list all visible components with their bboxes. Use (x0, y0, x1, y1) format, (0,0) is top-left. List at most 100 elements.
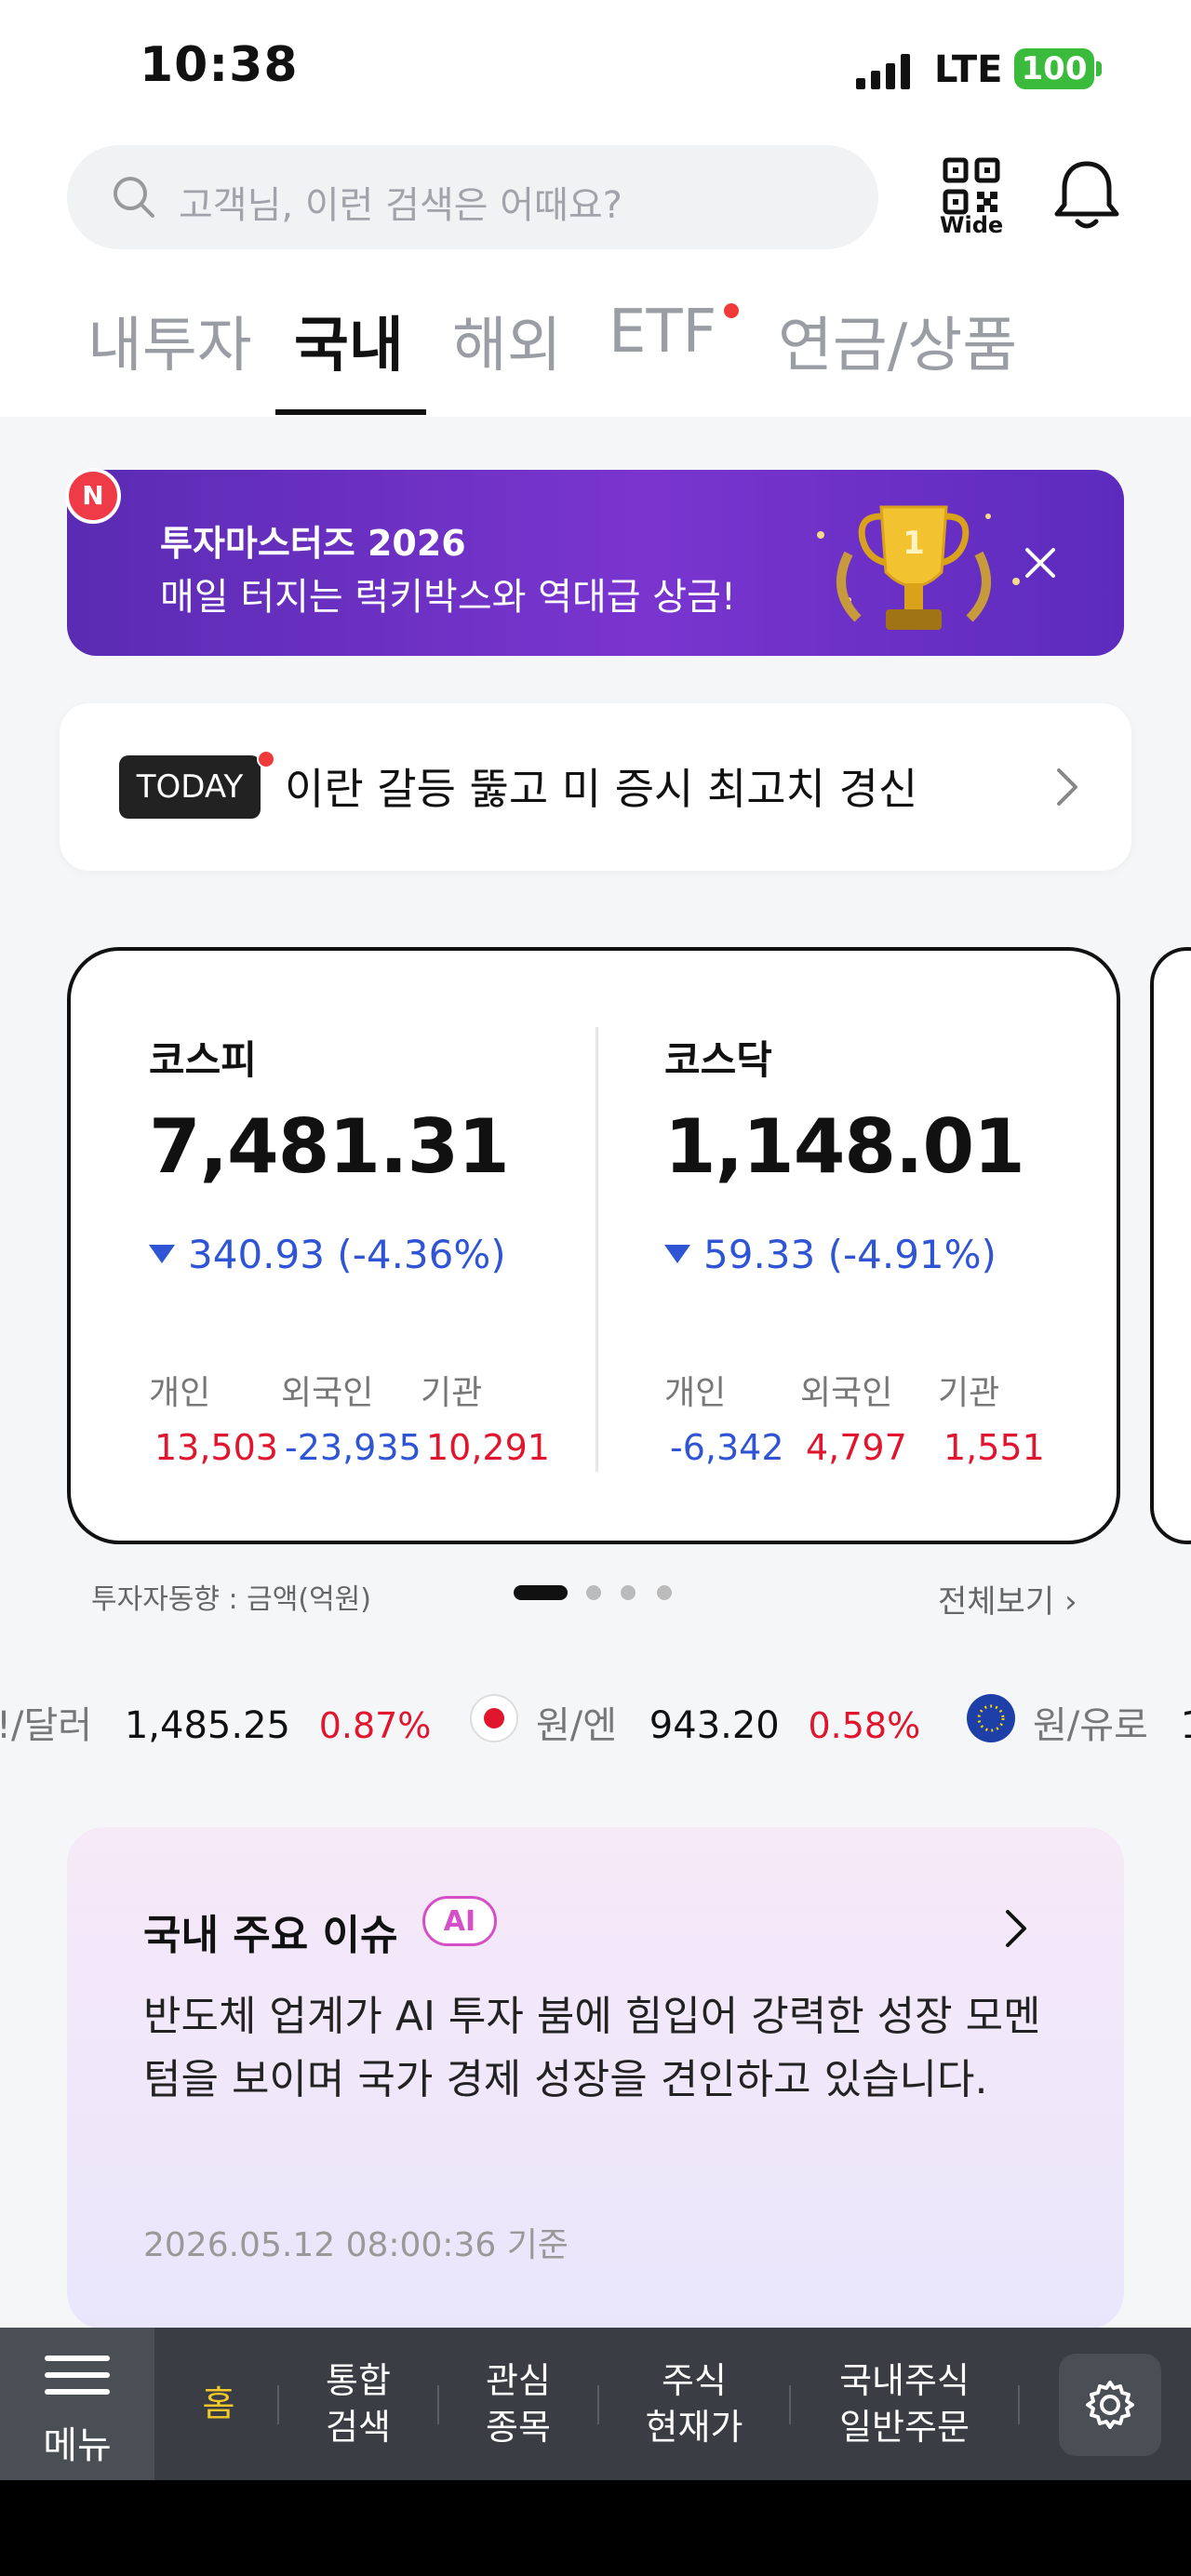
fx-usd-value: 1,485.25 (124, 1704, 290, 1747)
pager-dot[interactable] (621, 1585, 636, 1600)
svg-text:1: 1 (903, 525, 925, 562)
nav-home[interactable]: 홈 (167, 2328, 270, 2480)
fx-usd[interactable]: !/달러 1,485.25 0.87% (0, 1695, 431, 1749)
nav-label-line2: 종목 (486, 2407, 551, 2448)
down-triangle-icon (664, 1244, 690, 1263)
chevron-right-icon (1006, 1910, 1026, 1947)
new-badge: N (65, 468, 121, 524)
kosdaq-value: 1,148.01 (664, 1103, 1025, 1190)
tab-my-investment[interactable]: 내투자 (87, 298, 252, 383)
kospi-name: 코스피 (149, 1037, 257, 1083)
qr-label: Wide (940, 212, 1004, 238)
kospi-flow-foreign: -23,935 (285, 1427, 422, 1468)
kosdaq-change-text: 59.33 (-4.91%) (703, 1232, 997, 1277)
search-bar[interactable]: 고객님, 이런 검색은 어때요? (67, 145, 878, 249)
battery-icon: 100 (1014, 48, 1094, 89)
issue-title: 국내 주요 이슈 (143, 1912, 398, 1959)
tab-pension-products[interactable]: 연금/상품 (778, 298, 1017, 383)
today-headline: 이란 갈등 뚫고 미 증시 최고치 경신 (285, 764, 918, 814)
ai-badge: AI (422, 1896, 497, 1946)
settings-button[interactable] (1059, 2354, 1161, 2456)
issue-timestamp: 2026.05.12 08:00:36 기준 (143, 2226, 569, 2264)
nav-domestic-order[interactable]: 국내주식일반주문 (800, 2328, 1009, 2480)
market-index-card[interactable]: 코스피 7,481.31 340.93 (-4.36%) 개인 외국인 기관 1… (67, 947, 1120, 1544)
nav-label-line2: 일반주문 (839, 2407, 970, 2448)
promo-title: 투자마스터즈 2026 (160, 523, 466, 564)
bottom-navigation: 메뉴 홈 통합검색 관심종목 주식현재가 국내주식일반주문 (0, 2328, 1191, 2480)
search-placeholder: 고객님, 이런 검색은 어때요? (179, 184, 622, 227)
bell-icon[interactable] (1050, 156, 1124, 234)
kospi-flow-label-individual: 개인 (149, 1374, 211, 1412)
gear-icon (1086, 2381, 1134, 2429)
fx-jpy[interactable]: 원/엔 943.20 0.58% (536, 1695, 920, 1749)
kosdaq-flow-label-foreign: 외국인 (800, 1374, 893, 1412)
pager-dot-active[interactable] (514, 1585, 568, 1600)
signal-icon (856, 54, 914, 89)
kosdaq-flow-institution: 1,551 (943, 1427, 1045, 1468)
nav-watchlist[interactable]: 관심종목 (448, 2328, 588, 2480)
active-tab-indicator (275, 409, 426, 415)
fx-jpy-change: 0.58% (808, 1705, 921, 1746)
today-new-dot (257, 750, 275, 768)
tab-domestic[interactable]: 국내 (294, 298, 404, 383)
pager-dot[interactable] (657, 1585, 672, 1600)
fx-jpy-value: 943.20 (649, 1704, 780, 1747)
fx-usd-change: 0.87% (318, 1705, 432, 1746)
kospi-value: 7,481.31 (149, 1103, 510, 1190)
kosdaq-flow-foreign: 4,797 (806, 1427, 907, 1468)
view-all-label: 전체보기 (938, 1583, 1055, 1621)
today-news-card[interactable]: TODAY 이란 갈등 뚫고 미 증시 최고치 경신 (60, 703, 1131, 871)
kosdaq-change: 59.33 (-4.91%) (664, 1232, 997, 1277)
nav-separator (597, 2385, 599, 2424)
nav-label-line1: 통합 (326, 2360, 391, 2401)
network-label: LTE (934, 48, 1003, 91)
kosdaq-flow-label-individual: 개인 (664, 1374, 727, 1412)
nav-separator (789, 2385, 791, 2424)
tab-overseas[interactable]: 해외 (452, 298, 562, 383)
nav-label-line1: 주식 (662, 2360, 727, 2401)
qr-code-icon[interactable] (942, 156, 1001, 216)
down-triangle-icon (149, 1244, 175, 1263)
fx-eur[interactable]: 원/유로 1 (1033, 1695, 1191, 1749)
nav-separator (1018, 2385, 1020, 2424)
fx-usd-name: !/달러 (0, 1704, 93, 1747)
nav-stock-price[interactable]: 주식현재가 (609, 2328, 780, 2480)
menu-button[interactable]: 메뉴 (0, 2328, 154, 2480)
fx-eur-name: 원/유로 (1033, 1704, 1148, 1747)
promo-subtitle: 매일 터지는 럭키박스와 역대급 상금! (160, 576, 736, 619)
kospi-change: 340.93 (-4.36%) (149, 1232, 506, 1277)
kosdaq-name: 코스닥 (664, 1037, 772, 1083)
kospi-flow-label-foreign: 외국인 (281, 1374, 374, 1412)
nav-integrated-search[interactable]: 통합검색 (288, 2328, 428, 2480)
view-all-link[interactable]: 전체보기 › (938, 1576, 1077, 1622)
status-time: 10:38 (140, 37, 299, 93)
tab-etf-new-dot (724, 303, 739, 318)
nav-label-line1: 국내주식 (839, 2360, 970, 2401)
kospi-flow-institution: 10,291 (426, 1427, 550, 1468)
kosdaq-flow-label-institution: 기관 (938, 1374, 1000, 1412)
pager-dot[interactable] (586, 1585, 601, 1600)
nav-label-line1: 관심 (486, 2360, 551, 2401)
search-icon (114, 177, 154, 218)
index-divider (596, 1027, 598, 1472)
kospi-flow-individual: 13,503 (154, 1427, 278, 1468)
chevron-right-icon: › (1064, 1583, 1077, 1621)
kosdaq-flow-individual: -6,342 (670, 1427, 784, 1468)
nav-separator (437, 2385, 439, 2424)
fx-jpy-name: 원/엔 (536, 1704, 618, 1747)
battery-nub (1096, 61, 1102, 76)
issue-summary: 반도체 업계가 AI 투자 붐에 힘입어 강력한 성장 모멘텀을 보이며 국가 … (143, 1993, 1041, 2103)
today-badge: TODAY (119, 755, 261, 819)
next-index-card[interactable] (1150, 947, 1191, 1544)
eu-flag-icon (967, 1694, 1015, 1742)
fx-eur-value: 1 (1181, 1704, 1191, 1747)
nav-label-line2: 검색 (326, 2407, 391, 2448)
close-icon[interactable] (1022, 544, 1059, 581)
nav-label-line2: 현재가 (645, 2407, 743, 2448)
menu-label: 메뉴 (43, 2424, 112, 2467)
tab-etf[interactable]: ETF (609, 298, 716, 367)
trophy-icon: 1 (817, 505, 1020, 630)
promo-banner[interactable]: 투자마스터즈 2026 매일 터지는 럭키박스와 역대급 상금! 1 (67, 470, 1124, 656)
kospi-change-text: 340.93 (-4.36%) (188, 1232, 506, 1277)
domestic-issue-card[interactable]: 국내 주요 이슈 AI 반도체 업계가 AI 투자 붐에 힘입어 강력한 성장 … (67, 1827, 1124, 2329)
